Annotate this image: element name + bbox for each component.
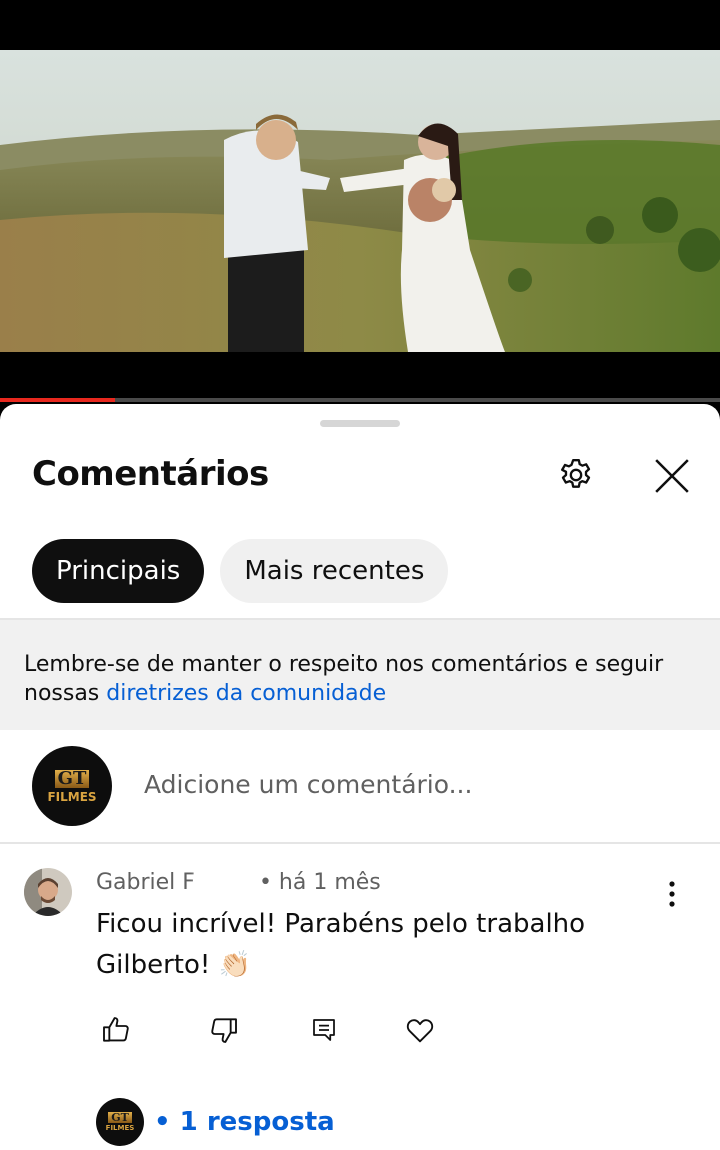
video-frame[interactable] [0,50,720,352]
thumbs-down-icon [211,1018,237,1043]
comment-author[interactable]: Gabriel F [96,870,195,895]
channel-logo-badge: GT [54,769,90,788]
chip-mais-recentes[interactable]: Mais recentes [220,539,449,603]
close-button[interactable] [648,452,696,500]
chip-principais[interactable]: Principais [32,539,205,603]
comment-text: Ficou incrível! Parabéns pelo trabalho G… [96,909,586,980]
add-comment-row[interactable]: GT FILMES Adicione um comentário... [0,730,720,842]
drag-handle[interactable] [320,420,400,427]
video-thumbnail-scene [0,50,720,352]
channel-logo-sub: FILMES [47,789,97,804]
comments-sheet: Comentários Principais Mais recentes Lem… [0,404,720,1150]
add-comment-input[interactable]: Adicione um comentário... [144,770,472,799]
reply-button[interactable] [304,1010,344,1050]
comments-title: Comentários [32,454,269,494]
settings-button[interactable] [552,452,600,500]
replies-toggle[interactable]: GT FILMES • 1 resposta [96,1098,335,1146]
comment-item: Gabriel F • há 1 mês Ficou incrível! Para… [0,844,720,1150]
video-progress-fill [0,398,116,402]
reply-icon [313,1019,335,1041]
thumbs-up-icon [103,1017,129,1042]
replies-count[interactable]: • 1 resposta [154,1107,335,1137]
community-guidelines-notice: Lembre-se de manter o respeito nos comen… [0,620,720,730]
gear-icon [561,459,591,488]
guidelines-link[interactable]: diretrizes da comunidade [106,681,386,706]
video-player[interactable] [0,0,720,402]
video-progress-bar[interactable] [0,398,720,402]
comment-meta: Gabriel F • há 1 mês [96,870,381,895]
sort-chips: Principais Mais recentes [32,539,449,603]
comment-time: • há 1 mês [258,870,381,895]
user-avatar-image [24,868,72,916]
heart-button[interactable] [400,1010,440,1050]
channel-logo-badge: GT [108,1112,132,1123]
redaction-mark [198,870,259,895]
channel-logo-sub: FILMES [105,1124,135,1132]
avatar[interactable] [24,868,72,916]
avatar: GT FILMES [32,746,112,826]
avatar: GT FILMES [96,1098,144,1146]
dislike-button[interactable] [204,1010,244,1050]
like-button[interactable] [96,1010,136,1050]
heart-icon [406,1019,434,1043]
close-icon [655,459,689,493]
